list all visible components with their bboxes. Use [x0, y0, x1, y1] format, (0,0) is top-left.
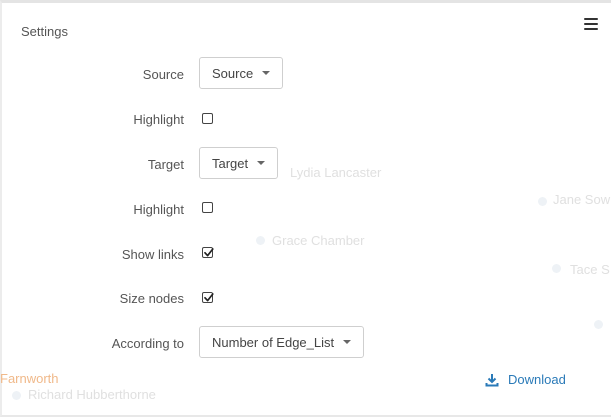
download-icon	[485, 373, 499, 386]
graph-node-label: Farnworth	[0, 371, 59, 386]
download-label: Download	[508, 372, 566, 387]
graph-node-label: Lydia Lancaster	[290, 165, 382, 180]
according-to-dropdown[interactable]: Number of Edge_List	[199, 326, 365, 358]
graph-node	[256, 236, 265, 245]
download-button[interactable]: Download	[485, 372, 566, 387]
show-links-checkbox[interactable]	[202, 247, 214, 258]
checkmark-icon	[204, 248, 214, 257]
highlight-target-checkbox[interactable]	[202, 202, 213, 213]
source-dropdown-value: Source	[212, 65, 254, 81]
according-to-dropdown-value: Number of Edge_List	[212, 334, 335, 350]
target-dropdown[interactable]: Target	[199, 147, 279, 179]
according-to-label: According to	[111, 336, 184, 351]
highlight-source-label: Highlight	[133, 112, 184, 127]
show-links-label: Show links	[121, 247, 184, 262]
panel-title: Settings	[21, 24, 68, 39]
source-label: Source	[142, 67, 184, 82]
highlight-target-label: Highlight	[133, 202, 184, 217]
caret-down-icon	[257, 161, 266, 165]
graph-node	[594, 320, 603, 329]
graph-node-label: Grace Chamber	[272, 233, 365, 248]
graph-node-label: Tace S	[570, 262, 610, 277]
checkmark-icon	[204, 293, 214, 302]
size-nodes-label: Size nodes	[119, 291, 184, 306]
target-label: Target	[147, 157, 184, 172]
source-dropdown[interactable]: Source	[199, 57, 284, 89]
graph-node	[538, 197, 547, 206]
graph-node-label: Richard Hubberthorne	[28, 387, 156, 402]
highlight-source-checkbox[interactable]	[202, 113, 213, 124]
target-dropdown-value: Target	[212, 155, 249, 171]
graph-node	[552, 264, 561, 273]
hamburger-menu-icon[interactable]	[584, 18, 598, 32]
caret-down-icon	[262, 71, 271, 75]
size-nodes-checkbox[interactable]	[202, 292, 214, 303]
graph-node-label: Jane Sow	[553, 192, 611, 207]
caret-down-icon	[343, 340, 352, 344]
graph-node	[12, 391, 21, 400]
